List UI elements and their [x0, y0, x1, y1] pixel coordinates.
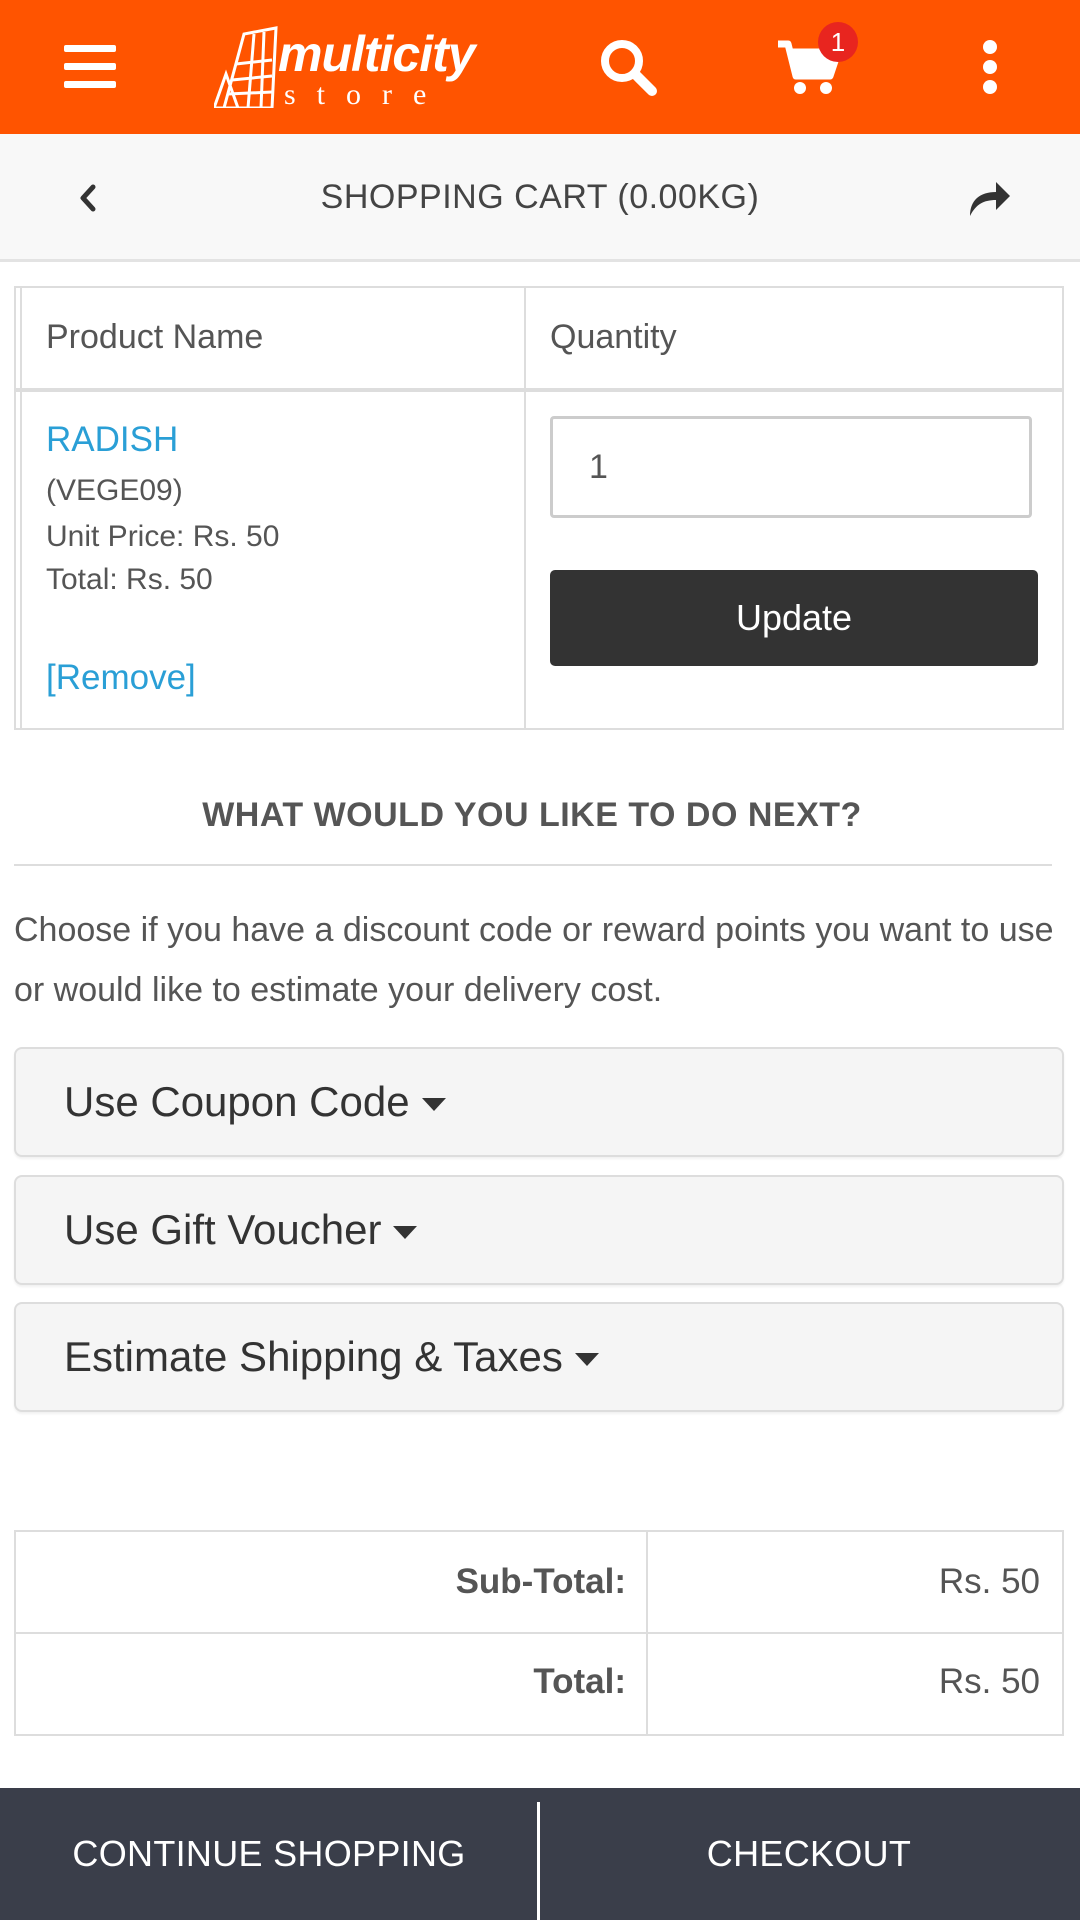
subtotal-label: Sub-Total: [455, 1562, 626, 1601]
more-options-button[interactable] [930, 0, 1050, 134]
cart-button[interactable] [748, 0, 868, 134]
checkout-button[interactable]: CHECKOUT [540, 1788, 1078, 1920]
page-title: SHOPPING CART (0.00KG) [320, 178, 760, 216]
coupon-code-toggle[interactable]: Use Coupon Code [14, 1047, 1064, 1157]
caret-down-icon [574, 1352, 599, 1366]
search-icon [601, 40, 657, 96]
next-steps-heading: WHAT WOULD YOU LIKE TO DO NEXT? [202, 796, 862, 834]
cart-count-badge: 1 [818, 22, 858, 62]
column-header-quantity: Quantity [550, 318, 677, 356]
building-logo-icon [214, 26, 278, 108]
product-unit-price: Unit Price: Rs. 50 [46, 520, 280, 553]
subtotal-value: Rs. 50 [938, 1562, 1040, 1601]
share-icon [970, 182, 1010, 216]
update-button[interactable]: Update [550, 570, 1038, 666]
back-button[interactable] [58, 168, 118, 228]
caret-down-icon [393, 1225, 418, 1239]
gift-voucher-toggle[interactable]: Use Gift Voucher [14, 1175, 1064, 1285]
column-divider [524, 288, 526, 728]
logo-subtitle: store [284, 78, 448, 111]
total-value: Rs. 50 [938, 1662, 1040, 1701]
chevron-left-icon [80, 184, 96, 212]
bottom-action-bar: CONTINUE SHOPPING CHECKOUT [0, 1788, 1080, 1920]
divider [14, 864, 1052, 866]
shopping-cart-page: multicity store 1 SHOPPING CART (0.00KG)… [0, 0, 1080, 1920]
cart-table: Product Name Quantity RADISH (VEGE09) Un… [14, 286, 1064, 730]
menu-button[interactable] [30, 0, 150, 134]
continue-shopping-button[interactable]: CONTINUE SHOPPING [0, 1788, 538, 1920]
remove-item-link[interactable]: [Remove] [46, 658, 196, 698]
more-vert-icon [983, 40, 997, 94]
column-header-product: Product Name [46, 318, 264, 356]
product-code: (VEGE09) [46, 474, 183, 507]
table-border-line [20, 288, 22, 728]
estimate-shipping-label: Estimate Shipping & Taxes [64, 1333, 563, 1380]
share-button[interactable] [960, 168, 1020, 228]
header-divider [16, 388, 1062, 392]
estimate-shipping-toggle[interactable]: Estimate Shipping & Taxes [14, 1302, 1064, 1412]
coupon-code-label: Use Coupon Code [64, 1078, 410, 1125]
quantity-input[interactable] [550, 416, 1032, 518]
row-divider [16, 1632, 1062, 1634]
page-header: SHOPPING CART (0.00KG) [0, 134, 1080, 262]
total-label: Total: [533, 1662, 626, 1701]
product-total: Total: Rs. 50 [46, 563, 213, 596]
totals-table: Sub-Total: Rs. 50 Total: Rs. 50 [14, 1530, 1064, 1736]
search-button[interactable] [568, 0, 688, 134]
store-logo[interactable]: multicity store [214, 20, 484, 114]
caret-down-icon [421, 1097, 446, 1111]
gift-voucher-label: Use Gift Voucher [64, 1206, 382, 1253]
menu-icon [64, 45, 116, 88]
next-steps-description: Choose if you have a discount code or re… [14, 911, 1054, 1009]
top-app-bar: multicity store 1 [0, 0, 1080, 134]
product-name-link[interactable]: RADISH [46, 420, 178, 460]
logo-name: multicity [278, 26, 476, 82]
